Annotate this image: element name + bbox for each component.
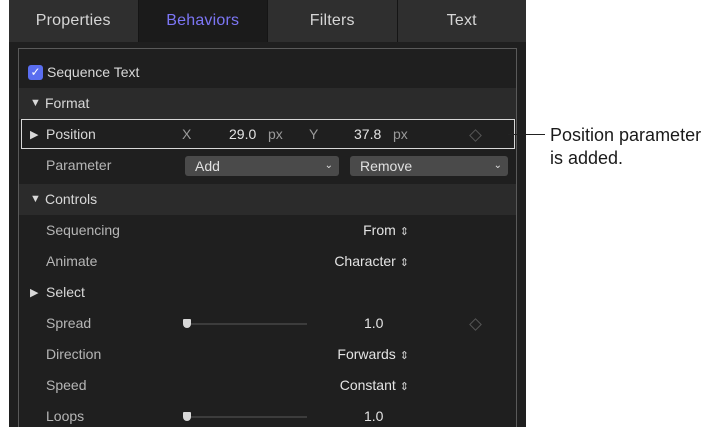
select-label: Select [46,284,85,300]
behavior-header: ✓ Sequence Text [19,57,516,88]
tab-text[interactable]: Text [398,0,527,42]
animate-label: Animate [46,253,98,269]
loops-value-field[interactable]: 1.0 [364,408,383,424]
controls-label: Controls [45,191,98,207]
tab-properties[interactable]: Properties [9,0,139,42]
up-down-arrows-icon: ⇕ [399,226,409,238]
speed-popup[interactable]: Constant ⇕ [304,377,409,393]
direction-value: Forwards [337,346,396,362]
format-section-header[interactable]: ▼ Format [19,88,516,119]
speed-label: Speed [46,377,87,393]
inspector-panel: Properties Behaviors Filters Text ✓ Sequ… [9,0,526,427]
callout-leader [508,134,545,135]
direction-popup[interactable]: Forwards ⇕ [304,346,409,362]
speed-value: Constant [339,377,396,393]
up-down-arrows-icon: ⇕ [399,381,409,393]
tab-filters[interactable]: Filters [268,0,398,42]
spread-value-field[interactable]: 1.0 [364,315,383,331]
chevron-down-icon: ⌄ [324,160,333,171]
chevron-down-icon: ⌄ [493,160,502,171]
loops-row: Loops 1.0 [19,401,516,427]
animate-popup[interactable]: Character ⇕ [304,253,409,269]
loops-slider-knob[interactable] [183,412,191,421]
triangle-down-icon[interactable]: ▼ [30,97,41,109]
spread-label: Spread [46,315,92,331]
sequencing-row: Sequencing From ⇕ [19,215,516,246]
behavior-name: Sequence Text [47,64,140,80]
triangle-right-icon[interactable]: ▶ [30,286,38,299]
select-row[interactable]: ▶ Select [19,277,516,308]
format-label: Format [45,95,90,111]
animate-value: Character [334,253,396,269]
callout-line-1: Position parameter [550,125,702,145]
direction-label: Direction [46,346,102,362]
checkmark-icon[interactable]: ✓ [28,65,43,80]
triangle-down-icon[interactable]: ▼ [30,193,41,205]
controls-section-header[interactable]: ▼ Controls [19,184,516,215]
callout-line-2: is added. [550,148,624,168]
sequencing-popup[interactable]: From ⇕ [324,222,409,238]
spread-row: Spread 1.0 [19,308,516,339]
spread-slider-track[interactable] [185,323,307,325]
inspector-tabs: Properties Behaviors Filters Text [9,0,526,42]
remove-label: Remove [360,158,413,174]
animate-row: Animate Character ⇕ [19,246,516,277]
speed-row: Speed Constant ⇕ [19,370,516,401]
up-down-arrows-icon: ⇕ [399,350,409,362]
parameter-row: Parameter Add ⌄ Remove ⌄ [19,150,516,181]
loops-slider-track[interactable] [185,416,307,418]
add-label: Add [195,158,220,174]
diamond-icon[interactable] [469,318,482,331]
remove-parameter-popup[interactable]: Remove ⌄ [350,156,508,176]
up-down-arrows-icon: ⇕ [399,257,409,269]
sequencing-label: Sequencing [46,222,120,238]
callout-text: Position parameter is added. [550,124,701,170]
tab-behaviors[interactable]: Behaviors [138,0,268,42]
sequencing-value: From [363,222,396,238]
direction-row: Direction Forwards ⇕ [19,339,516,370]
spread-slider-knob[interactable] [183,319,191,328]
position-highlight [21,119,515,149]
loops-label: Loops [46,408,85,424]
add-parameter-popup[interactable]: Add ⌄ [185,156,339,176]
parameter-label: Parameter [46,157,112,173]
